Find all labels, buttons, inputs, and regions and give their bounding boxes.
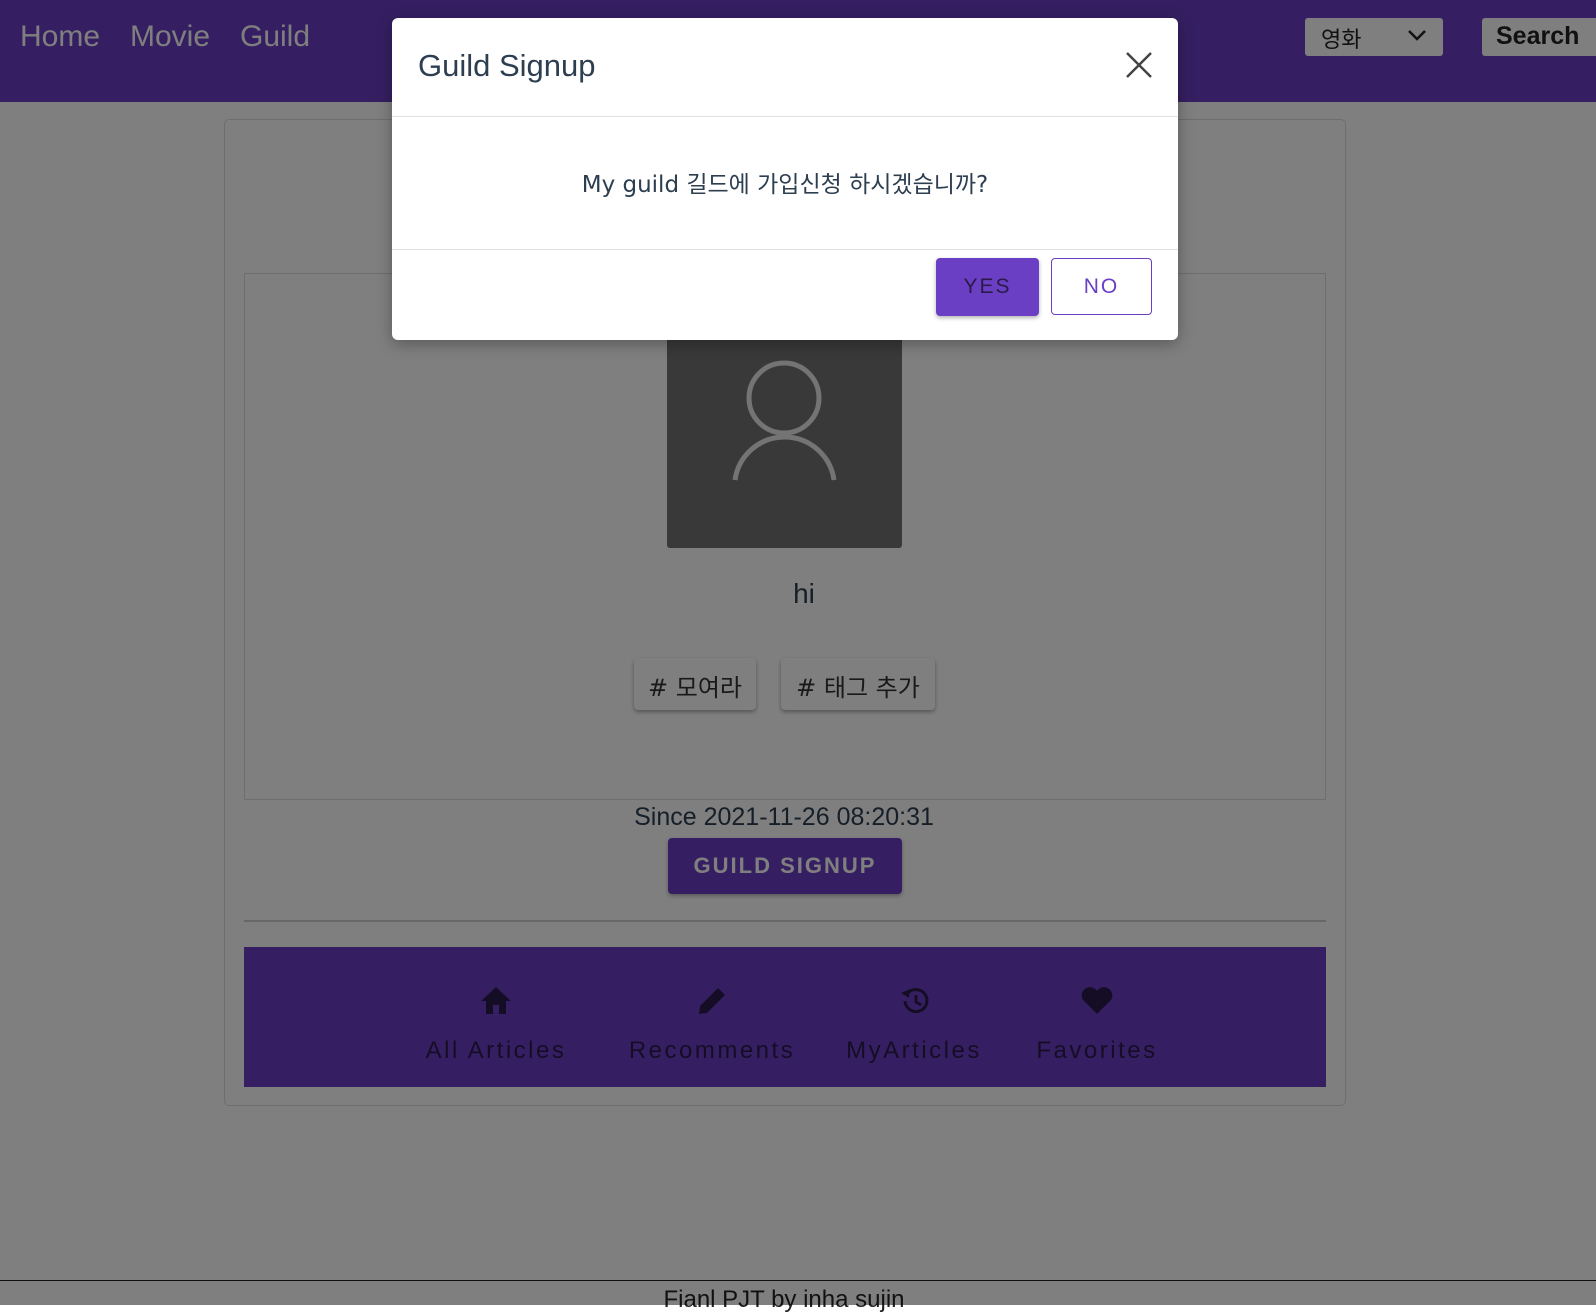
- close-icon[interactable]: [1124, 50, 1154, 80]
- modal-header: Guild Signup: [392, 18, 1178, 117]
- yes-button[interactable]: YES: [936, 258, 1039, 316]
- modal-body: My guild 길드에 가입신청 하시겠습니까?: [392, 117, 1178, 250]
- no-button[interactable]: NO: [1051, 258, 1152, 315]
- guild-signup-modal: Guild Signup My guild 길드에 가입신청 하시겠습니까? Y…: [392, 18, 1178, 340]
- modal-message: My guild 길드에 가입신청 하시겠습니까?: [581, 172, 989, 198]
- modal-title: Guild Signup: [418, 48, 596, 83]
